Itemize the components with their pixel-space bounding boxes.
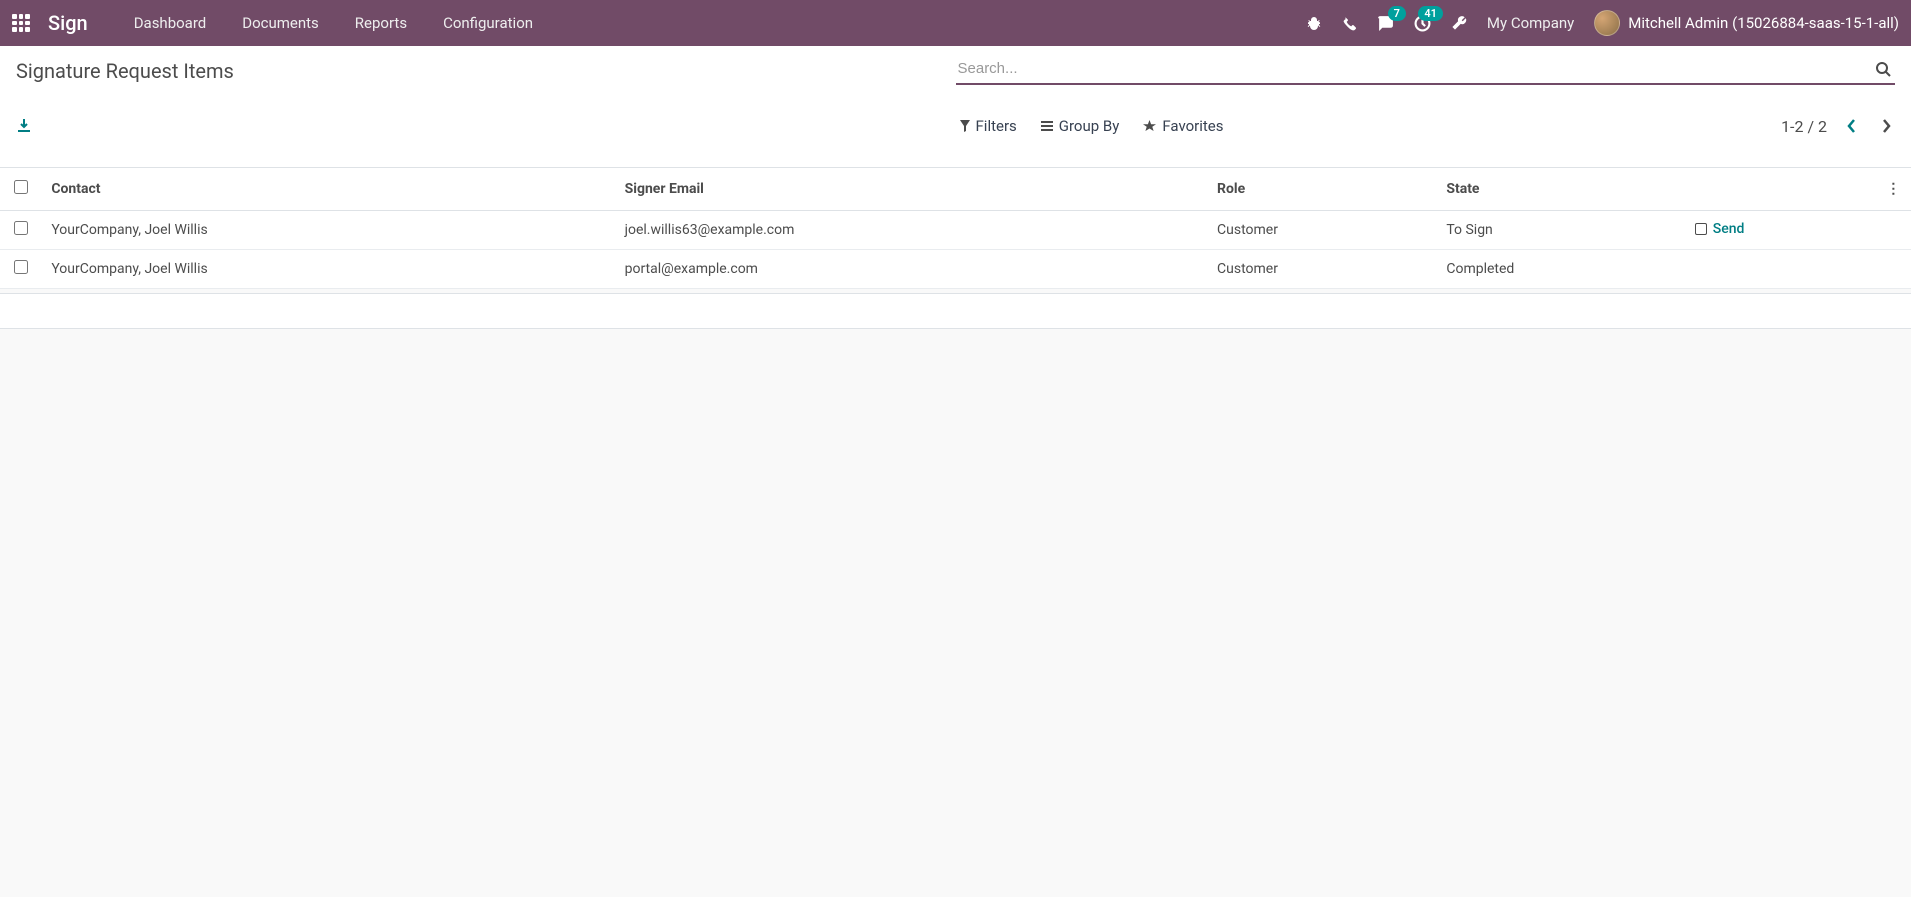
cell-contact: YourCompany, Joel Willis	[41, 250, 614, 289]
header-signer-email[interactable]: Signer Email	[615, 168, 1207, 211]
control-panel: Signature Request Items Filters Group By	[0, 46, 1911, 168]
app-brand[interactable]: Sign	[48, 11, 88, 35]
groupby-label: Group By	[1059, 117, 1120, 135]
filters-button[interactable]: Filters	[956, 113, 1021, 139]
filters-label: Filters	[976, 117, 1017, 135]
apps-grid-icon[interactable]	[12, 14, 30, 32]
column-options-icon[interactable]: ⋮	[1876, 168, 1911, 211]
pager: 1-2 / 2	[1781, 115, 1895, 137]
header-state[interactable]: State	[1436, 168, 1684, 211]
phone-icon[interactable]	[1342, 16, 1357, 31]
send-button[interactable]: Send	[1695, 221, 1745, 237]
favorites-button[interactable]: Favorites	[1139, 113, 1227, 139]
tools-icon[interactable]	[1451, 15, 1467, 31]
nav-configuration[interactable]: Configuration	[427, 14, 549, 32]
page-title: Signature Request Items	[16, 59, 956, 83]
activities-badge: 41	[1418, 6, 1443, 21]
search-icon[interactable]	[1871, 59, 1895, 79]
cell-state: To Sign	[1436, 211, 1684, 250]
table-row[interactable]: YourCompany, Joel Willis portal@example.…	[0, 250, 1911, 289]
cell-state: Completed	[1436, 250, 1684, 289]
nav-dashboard[interactable]: Dashboard	[118, 14, 223, 32]
header-role[interactable]: Role	[1207, 168, 1436, 211]
nav-reports[interactable]: Reports	[339, 14, 423, 32]
pager-prev-icon[interactable]	[1843, 115, 1861, 137]
table-row[interactable]: YourCompany, Joel Willis joel.willis63@e…	[0, 211, 1911, 250]
header-contact[interactable]: Contact	[41, 168, 614, 211]
cell-contact: YourCompany, Joel Willis	[41, 211, 614, 250]
messages-icon[interactable]: 7	[1377, 15, 1394, 32]
pager-value[interactable]: 1-2 / 2	[1781, 117, 1827, 136]
list-icon	[1041, 121, 1053, 132]
groupby-button[interactable]: Group By	[1037, 113, 1124, 139]
user-avatar	[1594, 10, 1620, 36]
filter-icon	[960, 120, 970, 132]
row-checkbox[interactable]	[14, 221, 28, 235]
favorites-label: Favorites	[1162, 117, 1223, 135]
list-view: Contact Signer Email Role State ⋮ YourCo…	[0, 168, 1911, 289]
pager-next-icon[interactable]	[1877, 115, 1895, 137]
search-bar	[956, 56, 1896, 85]
top-navbar: Sign Dashboard Documents Reports Configu…	[0, 0, 1911, 46]
star-icon	[1143, 120, 1156, 132]
messages-badge: 7	[1388, 6, 1406, 21]
bug-icon[interactable]	[1306, 15, 1322, 31]
activities-icon[interactable]: 41	[1414, 15, 1431, 32]
search-input[interactable]	[956, 56, 1872, 81]
nav-documents[interactable]: Documents	[226, 14, 335, 32]
cell-role: Customer	[1207, 250, 1436, 289]
send-label: Send	[1713, 221, 1745, 237]
company-switcher[interactable]: My Company	[1487, 14, 1574, 32]
export-button-icon[interactable]	[16, 95, 956, 157]
cell-signer-email: joel.willis63@example.com	[615, 211, 1207, 250]
cell-role: Customer	[1207, 211, 1436, 250]
user-name: Mitchell Admin (15026884-saas-15-1-all)	[1628, 14, 1899, 32]
row-checkbox[interactable]	[14, 260, 28, 274]
user-menu[interactable]: Mitchell Admin (15026884-saas-15-1-all)	[1594, 10, 1899, 36]
list-footer	[0, 293, 1911, 329]
checkbox-outline-icon	[1695, 223, 1707, 235]
select-all-checkbox[interactable]	[14, 180, 28, 194]
cell-signer-email: portal@example.com	[615, 250, 1207, 289]
